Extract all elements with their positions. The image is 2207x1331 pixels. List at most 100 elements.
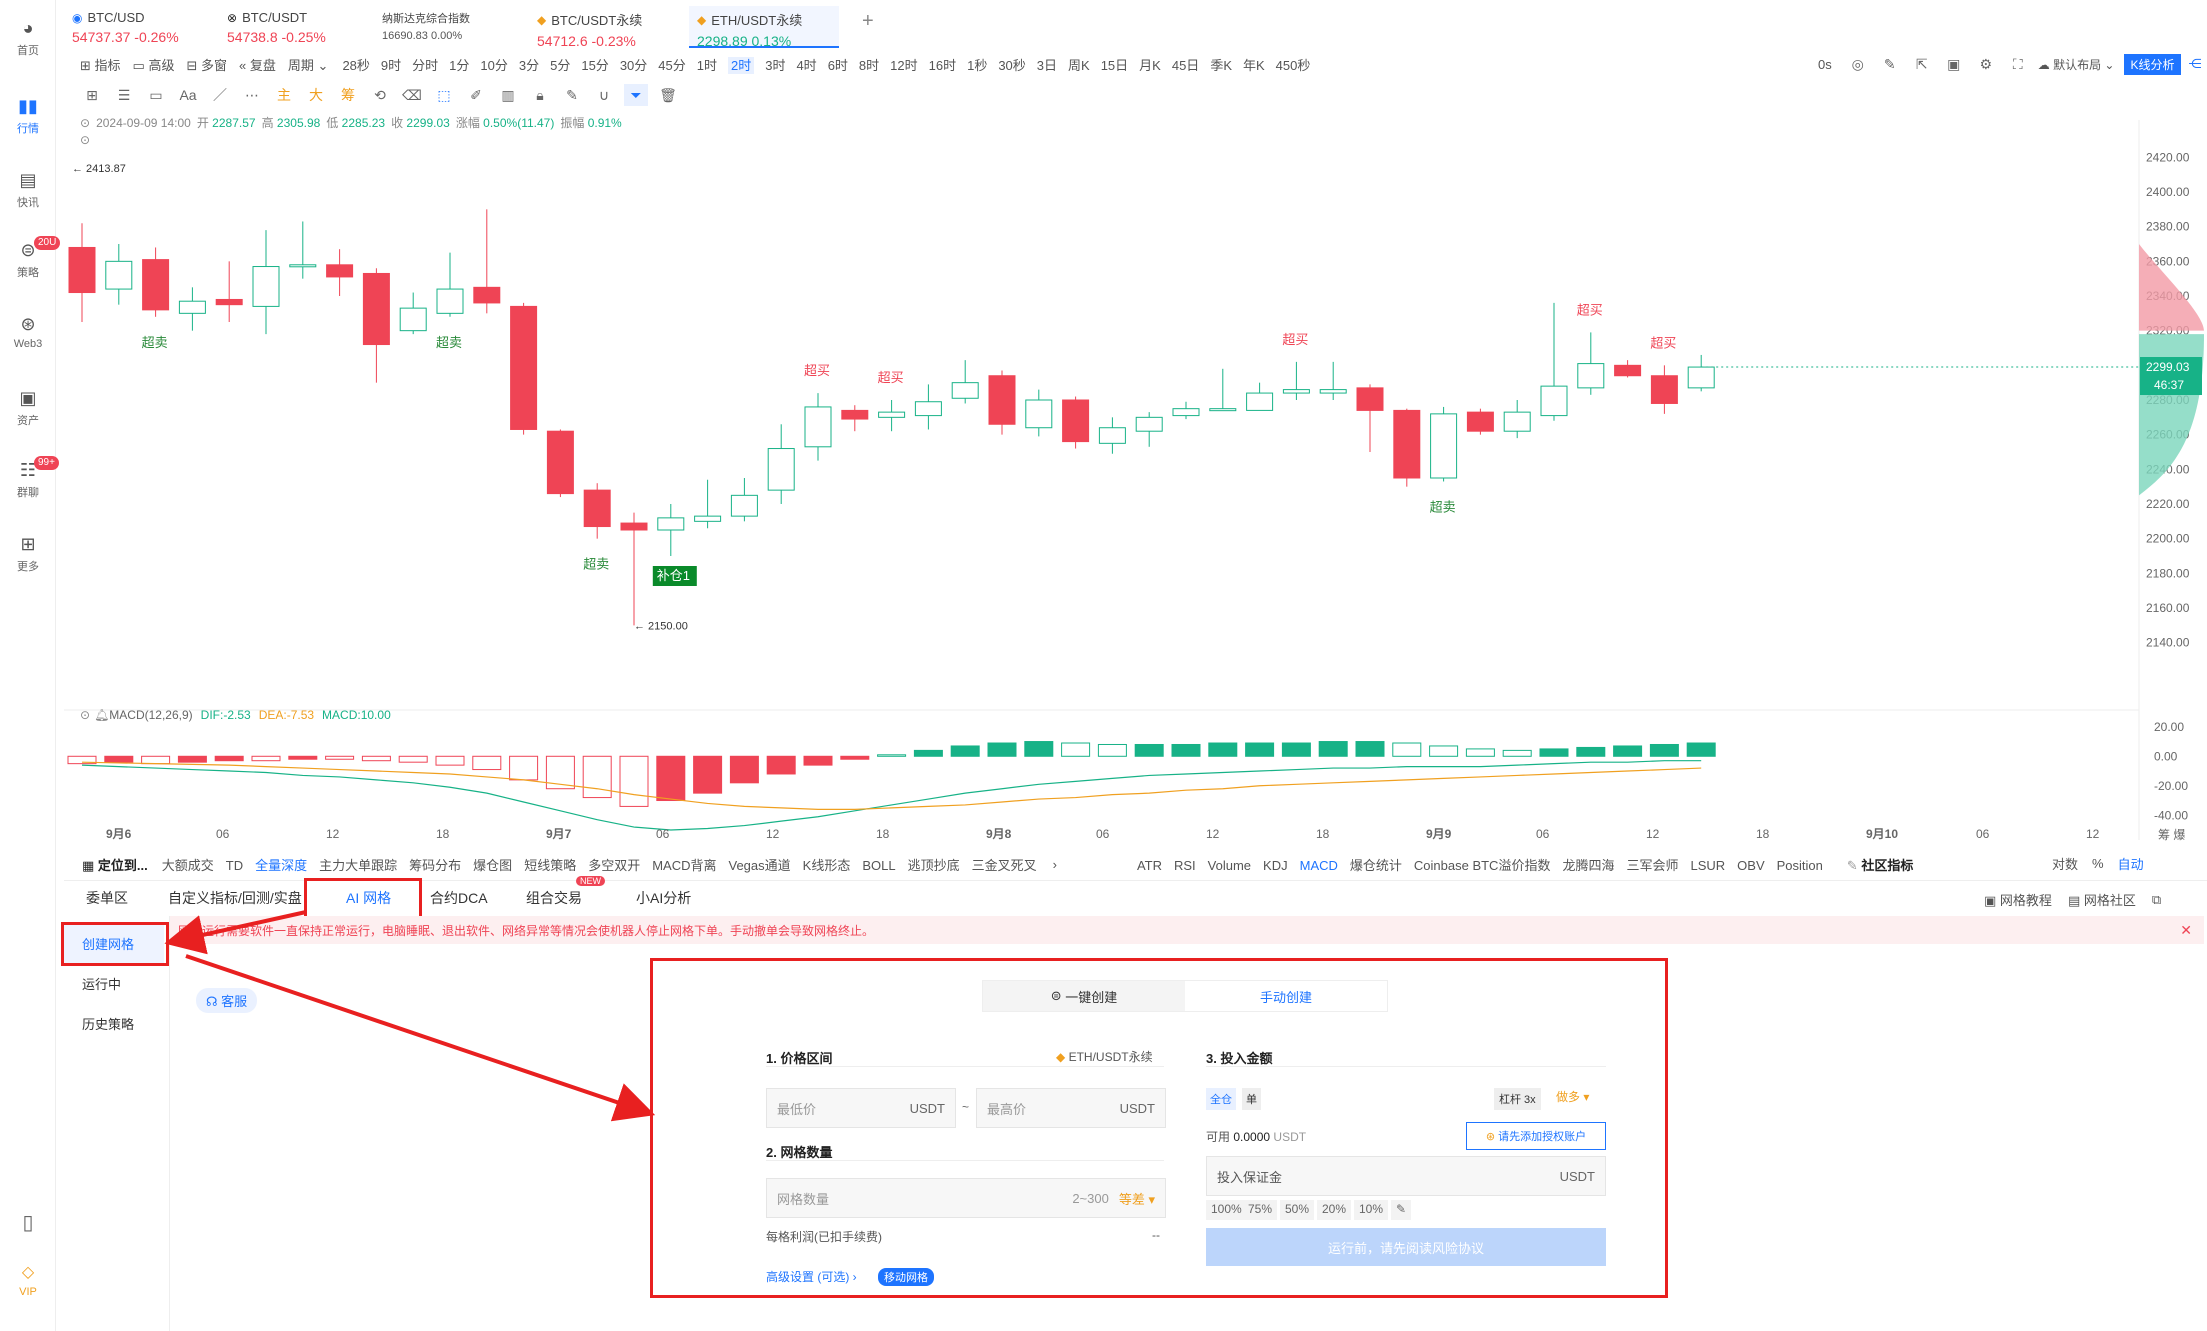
add-tab-button[interactable]: +	[854, 6, 882, 48]
interval-23[interactable]: 月K	[1139, 58, 1161, 73]
interval-11[interactable]: 2时	[727, 56, 755, 74]
big-toggle[interactable]: 大	[304, 84, 328, 106]
period-dropdown[interactable]: 周期 ⌄	[288, 55, 329, 74]
indicator-left-1[interactable]: TD	[226, 858, 243, 873]
nav-item-4[interactable]: ⊛ Web3	[0, 314, 56, 350]
indicator-right-8[interactable]: 三军会师	[1626, 858, 1678, 873]
indicator-right-4[interactable]: MACD	[1300, 858, 1338, 873]
ticker-tab-3[interactable]: ◆ BTC/USDT永续 54712.6 -0.23%	[529, 6, 679, 50]
ticker-tab-4[interactable]: ◆ ETH/USDT永续 2298.89 0.13%	[689, 6, 839, 49]
ticker-tab-1[interactable]: ⊗ BTC/USDT 54738.8 -0.25%	[219, 6, 369, 48]
interval-27[interactable]: 450秒	[1276, 58, 1311, 73]
nav-item-1[interactable]: ▮▮ 行情	[0, 96, 56, 136]
kline-analysis-button[interactable]: K线分析	[2124, 53, 2181, 75]
bottom-tab-5[interactable]: 小AI分析	[636, 888, 691, 908]
direction-dropdown[interactable]: 做多 ▾	[1556, 1088, 1589, 1105]
sync-icon[interactable]: ⟲	[368, 84, 392, 106]
bottom-tab-1[interactable]: 自定义指标/回测/实盘	[168, 888, 302, 908]
magnet-icon[interactable]: ∪	[592, 84, 616, 106]
percent-button-1[interactable]: 75%	[1243, 1200, 1278, 1220]
indicator-left-8[interactable]: MACD背离	[652, 858, 716, 873]
isolated-margin-button[interactable]: 单	[1242, 1088, 1261, 1110]
interval-8[interactable]: 30分	[620, 58, 647, 73]
candlestick-chart[interactable]: 2420.002400.002380.002360.002340.002320.…	[64, 120, 2207, 850]
camera-icon[interactable]: ◎	[1846, 53, 1870, 75]
popout-icon[interactable]: ⧉	[2152, 892, 2161, 908]
indicator-left-5[interactable]: 爆仓图	[473, 858, 512, 873]
indicator-left-2[interactable]: 全量深度	[255, 858, 307, 873]
vip-button[interactable]: ◇ VIP	[0, 1262, 56, 1298]
log-toggle[interactable]: 对数	[2052, 854, 2078, 873]
interval-12[interactable]: 3时	[765, 58, 785, 73]
interval-18[interactable]: 1秒	[967, 58, 987, 73]
nav-item-2[interactable]: ▤ 快讯	[0, 170, 56, 210]
indicator-left-13[interactable]: 三金叉死叉	[972, 858, 1037, 873]
indicator-right-11[interactable]: Position	[1777, 858, 1823, 873]
indicator-left-9[interactable]: Vegas通道	[729, 858, 791, 873]
lines-icon[interactable]: ☰	[112, 84, 136, 106]
multi-window-button[interactable]: ⊟ 多窗	[186, 55, 227, 74]
percent-button-0[interactable]: 100%	[1206, 1200, 1247, 1220]
interval-19[interactable]: 30秒	[998, 58, 1025, 73]
interval-15[interactable]: 8时	[859, 58, 879, 73]
interval-9[interactable]: 45分	[658, 58, 685, 73]
bottom-tab-4[interactable]: 组合交易	[526, 888, 582, 908]
interval-5[interactable]: 3分	[519, 58, 539, 73]
rect-icon[interactable]: ▭	[144, 84, 168, 106]
indicator-left-3[interactable]: 主力大单跟踪	[319, 858, 397, 873]
indicator-right-1[interactable]: RSI	[1174, 858, 1196, 873]
edit-icon[interactable]: ✎	[1391, 1200, 1412, 1220]
phone-icon[interactable]: ▯	[0, 1210, 56, 1235]
manual-tab[interactable]: 手动创建	[1185, 981, 1387, 1011]
replay-button[interactable]: « 复盘	[239, 55, 276, 74]
chip-toggle[interactable]: 筹	[336, 84, 360, 106]
layout-dropdown[interactable]: ☁ 默认布局 ⌄	[2038, 56, 2115, 73]
side-menu-item-1[interactable]: 运行中	[82, 974, 121, 993]
indicator-right-0[interactable]: ATR	[1137, 858, 1162, 873]
collapse-macd-icon[interactable]: ⊙	[80, 708, 90, 722]
chevron-right-icon[interactable]: ›	[1053, 857, 1057, 872]
indicator-left-4[interactable]: 筹码分布	[409, 858, 461, 873]
indicator-right-3[interactable]: KDJ	[1263, 858, 1288, 873]
min-price-input[interactable]: 最低价 USDT	[766, 1088, 956, 1128]
save-icon[interactable]: ▣	[1942, 53, 1966, 75]
main-toggle[interactable]: 主	[272, 84, 296, 106]
nav-item-6[interactable]: ☷ 群聊 99+	[0, 456, 59, 500]
indicator-right-10[interactable]: OBV	[1737, 858, 1764, 873]
indicator-right-7[interactable]: 龙腾四海	[1562, 858, 1614, 873]
select-icon[interactable]: ⬚	[432, 84, 456, 106]
auto-toggle[interactable]: 自动	[2118, 854, 2144, 873]
interval-0[interactable]: 28秒	[342, 58, 369, 73]
grid-community-link[interactable]: ▤ 网格社区	[2068, 890, 2136, 909]
locate-button[interactable]: ▦ 定位到...	[82, 855, 148, 874]
gear-icon[interactable]: ⚙	[1974, 53, 1998, 75]
bottom-tab-0[interactable]: 委单区	[86, 888, 128, 908]
indicator-left-11[interactable]: BOLL	[862, 858, 895, 873]
fullscreen-icon[interactable]: ⛶	[2006, 53, 2030, 75]
nav-item-7[interactable]: ⊞ 更多	[0, 534, 56, 574]
percent-button-2[interactable]: 50%	[1280, 1200, 1315, 1220]
export-icon[interactable]: ⇱	[1910, 53, 1934, 75]
share-icon[interactable]: ⋲	[2189, 56, 2202, 72]
nav-item-0[interactable]: ◕ 首页	[0, 18, 56, 58]
interval-25[interactable]: 季K	[1210, 58, 1232, 73]
interval-16[interactable]: 12时	[890, 58, 917, 73]
indicator-left-6[interactable]: 短线策略	[524, 858, 576, 873]
interval-20[interactable]: 3日	[1037, 58, 1057, 73]
brush-icon[interactable]: ✐	[464, 84, 488, 106]
interval-10[interactable]: 1时	[697, 58, 717, 73]
indicator-right-5[interactable]: 爆仓统计	[1350, 858, 1402, 873]
ticker-tab-0[interactable]: ◉ BTC/USD 54737.37 -0.26%	[64, 6, 214, 48]
trash-icon[interactable]: 🗑︎	[656, 84, 680, 106]
interval-24[interactable]: 45日	[1172, 58, 1199, 73]
community-indicator-button[interactable]: ✎ 社区指标	[1847, 855, 1914, 874]
advanced-button[interactable]: ▭ 高级	[133, 55, 175, 74]
interval-1[interactable]: 9时	[381, 58, 401, 73]
submit-risk-button[interactable]: 运行前，请先阅读风险协议	[1206, 1228, 1606, 1266]
service-button[interactable]: ☊ 客服	[196, 988, 258, 1013]
indicator-left-7[interactable]: 多空双开	[588, 858, 640, 873]
advanced-settings-link[interactable]: 高级设置 (可选) ›	[766, 1268, 857, 1285]
nav-item-3[interactable]: ⊜ 策略 20U	[0, 236, 61, 280]
line-tool-icon[interactable]: ／	[208, 84, 232, 106]
grid-mode-dropdown[interactable]: 等差 ▾	[1119, 1189, 1155, 1208]
